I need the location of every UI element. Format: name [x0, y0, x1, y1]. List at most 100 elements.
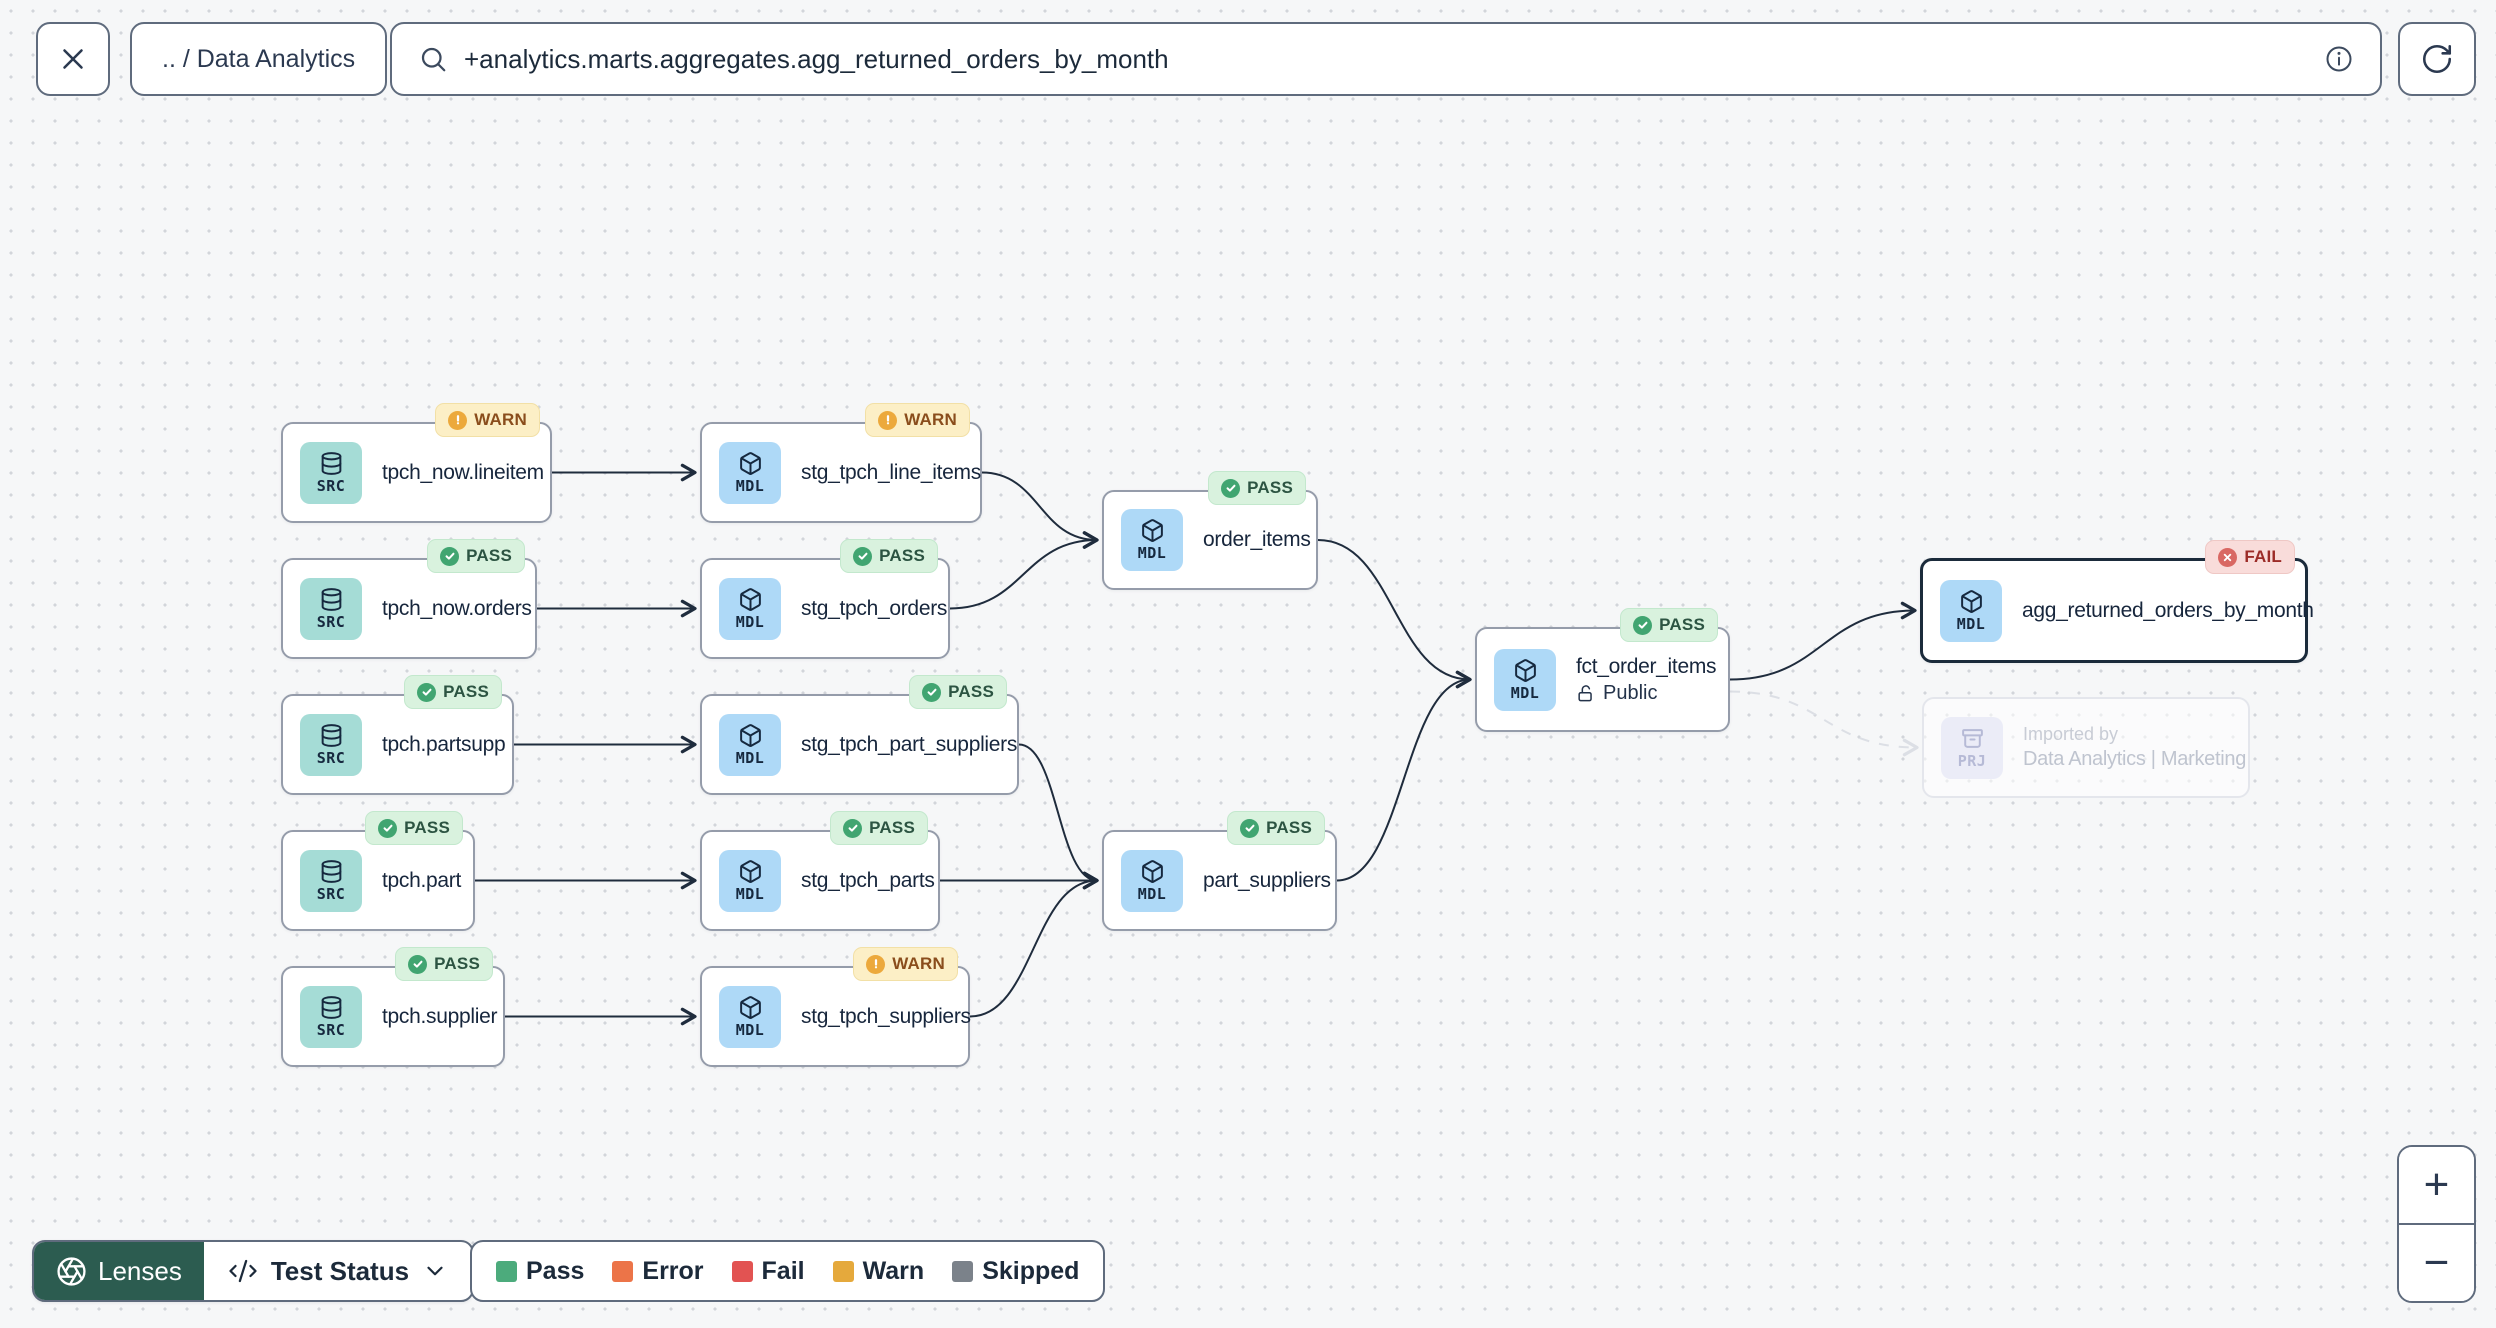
edge-fct_order_items-to-imported_by_project	[1729, 690, 1919, 757]
node-label: tpch.part	[382, 868, 462, 892]
node-label: order_items	[1203, 528, 1311, 551]
lens-bar: Lenses Test Status	[32, 1240, 475, 1302]
lineage-node-agg_returned_orders_by_month[interactable]: MDL agg_returned_orders_by_month FAIL	[1920, 540, 2314, 663]
warn-status-icon	[448, 410, 468, 430]
lineage-node-stg_tpch_parts[interactable]: MDL stg_tpch_parts PASS	[700, 811, 940, 931]
pass-status-icon	[1221, 478, 1241, 498]
status-badge-pass: PASS	[830, 811, 928, 845]
legend-swatch-warn	[832, 1260, 854, 1282]
lineage-node-stg_tpch_suppliers[interactable]: MDL stg_tpch_suppliers WARN	[700, 947, 971, 1067]
legend-item-skipped: Skipped	[952, 1257, 1079, 1286]
lens-selector-dropdown[interactable]: Test Status	[204, 1242, 472, 1300]
lineage-node-tpch_partsupp[interactable]: SRC tpch.partsupp PASS	[281, 675, 514, 795]
status-badge-warn: WARN	[435, 403, 540, 437]
lineage-node-imported_by_project[interactable]: PRJ Imported by Data Analytics | Marketing	[1922, 697, 2250, 798]
model-icon: MDL	[1121, 849, 1183, 912]
edge-stg_tpch_suppliers-to-part_suppliers	[969, 871, 1099, 1018]
edge-stg_tpch_part_suppliers-to-part_suppliers	[1018, 743, 1099, 890]
lineage-node-tpch_supplier[interactable]: SRC tpch.supplier PASS	[281, 947, 505, 1067]
pass-status-icon	[440, 546, 460, 566]
lineage-node-tpch_part[interactable]: SRC tpch.part PASS	[281, 811, 475, 931]
refresh-icon	[2422, 44, 2452, 74]
status-badge-pass: PASS	[840, 539, 938, 573]
model-icon: MDL	[719, 849, 781, 912]
lineage-node-stg_tpch_orders[interactable]: MDL stg_tpch_orders PASS	[700, 539, 950, 659]
lineage-node-stg_tpch_line_items[interactable]: MDL stg_tpch_line_items WARN	[700, 403, 982, 523]
search-icon	[421, 47, 446, 72]
zoom-out-button[interactable]: −	[2399, 1223, 2474, 1301]
edge-stg_tpch_line_items-to-order_items	[981, 471, 1099, 549]
lineage-node-tpch_now_orders[interactable]: SRC tpch_now.orders PASS	[281, 539, 537, 659]
node-label: tpch_now.lineitem	[382, 460, 544, 484]
access-row: Public	[1576, 682, 1716, 705]
lineage-edges-layer	[475, 463, 1919, 1026]
status-badge-warn: WARN	[853, 947, 958, 981]
refresh-button[interactable]	[2398, 22, 2476, 96]
status-badge-pass: PASS	[427, 539, 525, 573]
node-label: stg_tpch_line_items	[801, 460, 981, 484]
edge-stg_tpch_orders-to-order_items	[949, 531, 1099, 610]
chevron-down-icon	[427, 1266, 443, 1276]
node-label: stg_tpch_suppliers	[801, 1004, 971, 1028]
legend-swatch-fail	[731, 1260, 753, 1282]
status-badge-pass: PASS	[404, 675, 502, 709]
node-label: Data Analytics | Marketing	[2023, 748, 2247, 770]
lineage-node-fct_order_items[interactable]: MDL fct_order_items Public PASS	[1475, 608, 1730, 732]
model-icon: MDL	[719, 577, 781, 640]
legend-item-warn: Warn	[832, 1257, 924, 1286]
legend-item-pass: Pass	[496, 1257, 584, 1286]
edge-order_items-to-fct_order_items	[1317, 539, 1472, 689]
status-badge-pass: PASS	[909, 675, 1007, 709]
pass-status-icon	[853, 546, 873, 566]
lenses-button[interactable]: Lenses	[34, 1242, 204, 1300]
aperture-icon	[57, 1256, 86, 1286]
node-label: agg_returned_orders_by_month	[2022, 598, 2314, 622]
source-icon: SRC	[300, 441, 362, 504]
search-bar[interactable]	[390, 22, 2382, 96]
legend-swatch-skipped	[952, 1260, 974, 1282]
lock-open-icon	[1576, 684, 1595, 703]
pass-status-icon	[1240, 818, 1260, 838]
node-label: stg_tpch_part_suppliers	[801, 732, 1018, 756]
lineage-node-order_items[interactable]: MDL order_items PASS	[1102, 471, 1318, 590]
status-badge-warn: WARN	[865, 403, 970, 437]
lineage-node-stg_tpch_part_suppliers[interactable]: MDL stg_tpch_part_suppliers PASS	[700, 675, 1019, 795]
status-badge-pass: PASS	[1208, 471, 1306, 505]
warn-status-icon	[866, 954, 886, 974]
project-icon: PRJ	[1941, 716, 2003, 779]
close-icon	[63, 49, 83, 69]
close-button[interactable]	[36, 22, 110, 96]
source-icon: SRC	[300, 985, 362, 1048]
node-label: stg_tpch_parts	[801, 868, 935, 892]
model-icon: MDL	[1121, 509, 1183, 571]
pass-status-icon	[417, 682, 437, 702]
pass-status-icon	[843, 818, 863, 838]
model-icon: MDL	[719, 441, 781, 504]
node-label: tpch.partsupp	[382, 732, 506, 756]
test-status-legend: Pass Error Fail Warn Skipped	[470, 1240, 1106, 1302]
zoom-in-button[interactable]: +	[2399, 1147, 2474, 1223]
edge-part_suppliers-to-fct_order_items	[1336, 670, 1472, 882]
info-icon[interactable]	[2324, 44, 2354, 74]
lineage-node-tpch_now_lineitem[interactable]: SRC tpch_now.lineitem WARN	[281, 403, 552, 523]
zoom-control: + −	[2397, 1145, 2476, 1303]
breadcrumb[interactable]: .. / Data Analytics	[130, 22, 388, 96]
edge-fct_order_items-to-agg_returned_orders_by_month	[1729, 601, 1917, 681]
warn-status-icon	[878, 410, 898, 430]
status-badge-pass: PASS	[365, 811, 463, 845]
model-icon: MDL	[719, 985, 781, 1048]
lenses-label: Lenses	[98, 1255, 182, 1286]
legend-item-error: Error	[612, 1257, 704, 1286]
model-icon: MDL	[1940, 579, 2002, 642]
status-badge-pass: PASS	[1620, 608, 1718, 642]
node-label: fct_order_items	[1576, 654, 1717, 678]
lens-selector-label: Test Status	[270, 1255, 410, 1286]
pass-status-icon	[378, 818, 398, 838]
search-input[interactable]	[464, 43, 2308, 75]
model-icon: MDL	[1494, 648, 1556, 711]
code-icon	[229, 1259, 257, 1283]
fail-status-icon	[2218, 547, 2238, 567]
model-icon: MDL	[719, 713, 781, 776]
node-label: tpch.supplier	[382, 1004, 498, 1028]
lineage-node-part_suppliers[interactable]: MDL part_suppliers PASS	[1102, 811, 1337, 931]
